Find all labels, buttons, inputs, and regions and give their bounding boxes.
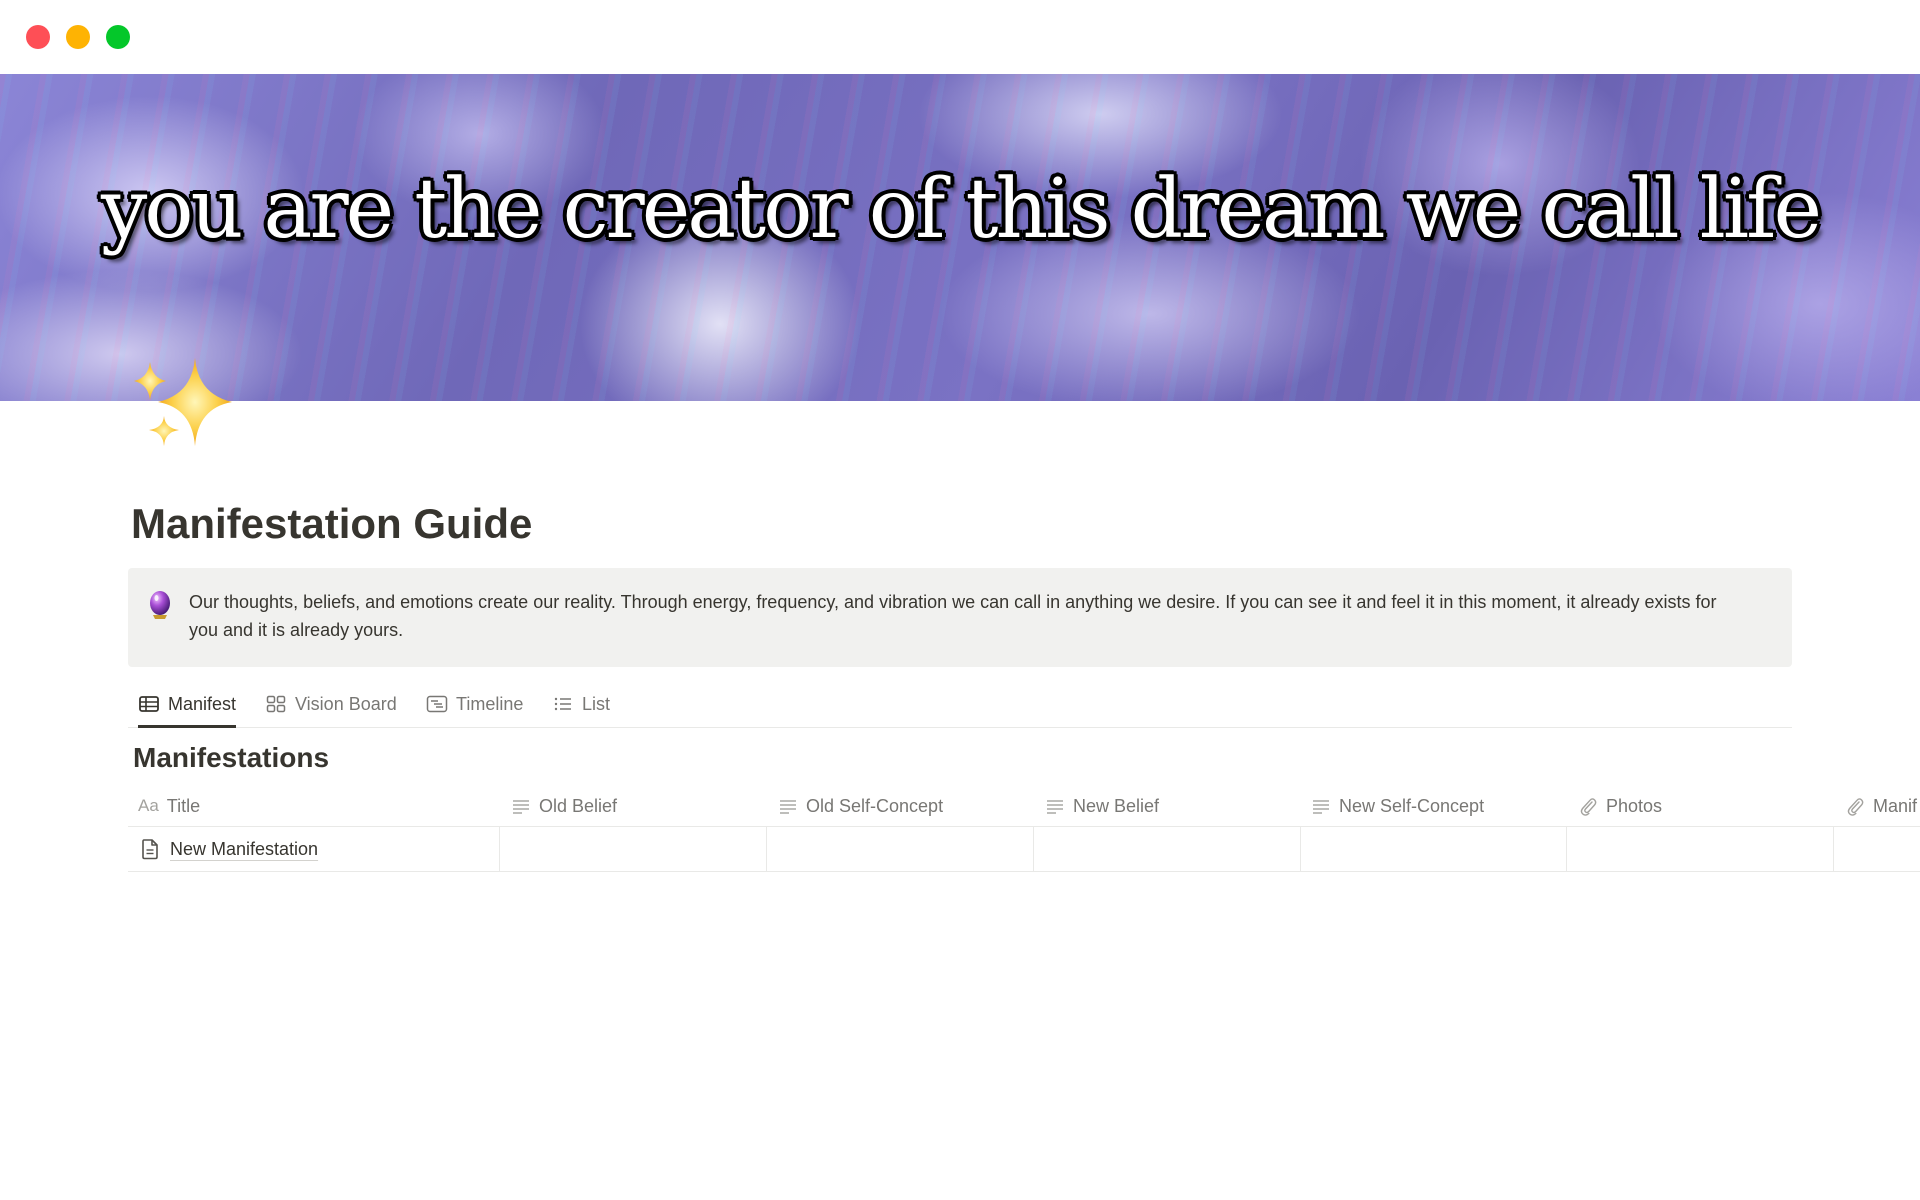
- title-cell[interactable]: New Manifestation: [128, 827, 500, 871]
- column-header-new-belief[interactable]: New Belief: [1045, 786, 1159, 826]
- crystal-ball-icon: [148, 590, 172, 620]
- gallery-icon: [266, 695, 286, 713]
- timeline-icon: [426, 695, 448, 713]
- page-cover-image: you are the creator of this dream we cal…: [0, 74, 1920, 401]
- column-label: New Self-Concept: [1339, 795, 1485, 816]
- column-header-photos[interactable]: Photos: [1578, 786, 1662, 826]
- paperclip-icon: [1847, 798, 1864, 816]
- column-label: Manif: [1873, 795, 1918, 816]
- database-view-tabs: Manifest Vision Board Timeline List: [128, 682, 1792, 728]
- page-icon: [142, 839, 158, 860]
- column-label: Old Self-Concept: [806, 795, 944, 816]
- text-lines-icon: [780, 800, 796, 814]
- tab-timeline[interactable]: Timeline: [426, 682, 523, 726]
- old-self-concept-cell[interactable]: [767, 827, 1034, 871]
- column-header-old-belief[interactable]: Old Belief: [511, 786, 617, 826]
- text-type-icon: Aa: [138, 796, 159, 815]
- column-label: New Belief: [1073, 795, 1160, 816]
- table-icon: [139, 696, 159, 712]
- text-lines-icon: [1047, 800, 1063, 814]
- row-title-link[interactable]: New Manifestation: [170, 839, 318, 860]
- tab-label: Timeline: [456, 693, 524, 714]
- cover-text: you are the creator of this dream we cal…: [100, 162, 1822, 257]
- column-header-title[interactable]: Aa Title: [138, 786, 200, 826]
- close-window-button[interactable]: [26, 25, 50, 49]
- page-title[interactable]: Manifestation Guide: [131, 500, 532, 548]
- new-self-concept-cell[interactable]: [1300, 827, 1567, 871]
- tab-label: Manifest: [168, 693, 237, 714]
- tab-manifest[interactable]: Manifest: [138, 682, 237, 728]
- list-icon: [554, 697, 571, 711]
- old-belief-cell[interactable]: [500, 827, 767, 871]
- tab-vision-board[interactable]: Vision Board: [265, 682, 397, 726]
- manifestation-cell[interactable]: [1834, 827, 1920, 871]
- callout-block[interactable]: Our thoughts, beliefs, and emotions crea…: [128, 568, 1792, 667]
- tab-label: Vision Board: [295, 693, 397, 714]
- column-header-new-self-concept[interactable]: New Self-Concept: [1311, 786, 1484, 826]
- tab-label: List: [582, 693, 611, 714]
- column-label: Photos: [1606, 795, 1663, 816]
- callout-text: Our thoughts, beliefs, and emotions crea…: [189, 592, 1717, 640]
- new-belief-cell[interactable]: [1034, 827, 1301, 871]
- table-header-row: Aa Title Old Belief Old Self-Concept New…: [128, 786, 1920, 827]
- maximize-window-button[interactable]: [106, 25, 130, 49]
- text-lines-icon: [513, 800, 529, 814]
- paperclip-icon: [1580, 798, 1597, 816]
- column-label: Title: [166, 795, 201, 816]
- text-lines-icon: [1313, 800, 1329, 814]
- column-header-old-self-concept[interactable]: Old Self-Concept: [778, 786, 943, 826]
- database-table: Aa Title Old Belief Old Self-Concept New…: [128, 786, 1920, 872]
- photos-cell[interactable]: [1567, 827, 1834, 871]
- column-label: Old Belief: [539, 795, 618, 816]
- tab-list[interactable]: List: [552, 682, 610, 726]
- window-titlebar: [0, 0, 1920, 74]
- minimize-window-button[interactable]: [66, 25, 90, 49]
- sparkles-icon[interactable]: [132, 350, 232, 450]
- column-header-manifestation[interactable]: Manif: [1845, 786, 1917, 826]
- table-row[interactable]: New Manifestation: [128, 827, 1920, 872]
- database-title[interactable]: Manifestations: [133, 742, 329, 774]
